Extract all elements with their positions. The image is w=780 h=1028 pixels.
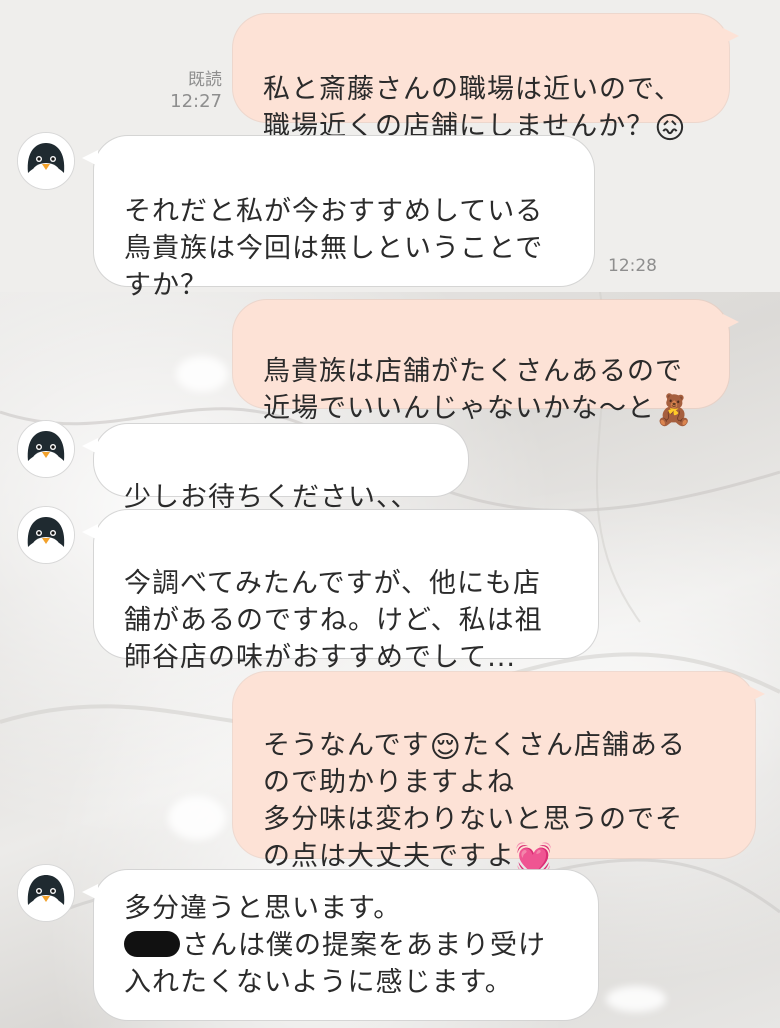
message-bubble-outgoing[interactable]: 私と斎藤さんの職場は近いので、 職場近くの店舗にしませんか？😖 [233,14,739,144]
message-text: 少しお待ちください、、 [124,482,419,513]
confounded-face-emoji: 😖 [654,111,687,146]
message-text: それだと私が今おすすめしている 鳥貴族は今回は無しということで すか？ [124,196,544,301]
message-text: 鳥貴族は店舗がたくさんあるので 近場でいいんじゃないかな〜と [263,356,683,424]
relieved-face-emoji: 😌 [429,730,462,765]
message-line: 入れたくないように感じます。 [124,967,513,998]
message-bubble-outgoing[interactable]: そうなんです😌たくさん店舗ある ので助かりますよね 多分味は変わりないと思うので… [233,672,765,874]
message-line: さんは僕の提案をあまり受け [124,927,578,964]
message-text: 私と斎藤さんの職場は近いので、 職場近くの店舗にしませんか？ [263,74,682,142]
teddy-bear-emoji: 🧸 [655,393,694,428]
obscured-read-status [176,356,228,392]
message-line: 多分違うと思います。 [124,893,402,924]
penguin-icon [18,865,74,921]
penguin-icon [18,133,74,189]
obscured-read-status [168,796,226,840]
message-bubble-incoming[interactable]: 少しお待ちください、、 [82,424,468,513]
message-text: さんは僕の提案をあまり受け [182,930,546,961]
penguin-icon [18,421,74,477]
message-text-start: そうなんです [263,730,430,761]
message-bubble-incoming[interactable]: それだと私が今おすすめしている 鳥貴族は今回は無しということで すか？ [82,136,594,301]
read-label: 既読 [188,70,222,90]
obscured-timestamp [606,986,666,1012]
message-bubble-incoming[interactable]: 多分違うと思います。 さんは僕の提案をあまり受け 入れたくないように感じます。 [82,870,598,1020]
avatar-penguin[interactable] [17,420,75,478]
timestamp: 12:28 [608,256,657,276]
avatar-penguin[interactable] [17,132,75,190]
message-bubble-incoming[interactable]: 今調べてみたんですが、他にも店 舗があるのですね。けど、私は祖 師谷店の味がおす… [82,510,598,673]
timestamp: 12:27 [170,91,222,112]
read-status: 既読 12:27 [160,70,222,112]
penguin-icon [18,507,74,563]
avatar-penguin[interactable] [17,506,75,564]
message-bubble-outgoing[interactable]: 鳥貴族は店舗がたくさんあるので 近場でいいんじゃないかな〜と🧸 [233,300,739,426]
message-text: 今調べてみたんですが、他にも店 舗があるのですね。けど、私は祖 師谷店の味がおす… [124,568,543,673]
redacted-name [124,931,180,957]
avatar-penguin[interactable] [17,864,75,922]
